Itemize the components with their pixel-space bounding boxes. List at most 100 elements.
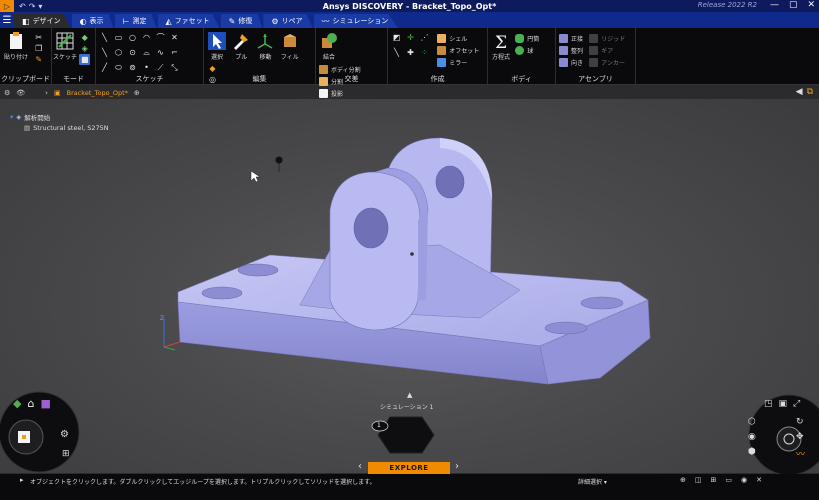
ellipse2-icon[interactable]: ⬭ (113, 62, 124, 73)
appearance-icon[interactable]: ⬢ (748, 447, 756, 457)
visibility-icon[interactable]: 👁 (16, 89, 25, 97)
tab-facet[interactable]: ◭ ファセット (157, 14, 220, 28)
cylinder-button[interactable]: 円筒 (515, 32, 539, 44)
tree-material[interactable]: ▤ Structural steel, S275N (10, 122, 109, 133)
bend-icon[interactable]: ⟋ (155, 62, 166, 73)
view-back-icon[interactable]: ◀ (796, 87, 803, 97)
arc-3pt-icon[interactable]: ⌒ (155, 32, 166, 43)
3d-mode-icon[interactable]: ◈ (79, 43, 90, 54)
explore-prev-icon[interactable]: ‹ (358, 461, 362, 472)
results-wave-icon[interactable]: 〰 (796, 447, 805, 460)
hamburger-menu-icon[interactable]: ☰ (0, 12, 14, 28)
select-button[interactable]: 選択 (207, 30, 227, 61)
axis-icon[interactable]: ╲ (391, 47, 402, 58)
cube-icon[interactable]: ■ (40, 397, 50, 410)
line-icon[interactable]: ╲ (99, 32, 110, 43)
tab-measure[interactable]: ⊢ 測定 (114, 14, 157, 28)
plane-icon[interactable]: ◩ (391, 32, 402, 43)
bookmark-icon[interactable]: ⊕ (134, 89, 140, 97)
tangent-button[interactable]: 正接 (559, 32, 583, 44)
axis2-icon[interactable]: ✚ (405, 47, 416, 58)
circle-center-icon[interactable]: ⊚ (127, 62, 138, 73)
rectangle-icon[interactable]: ▭ (113, 32, 124, 43)
combine-button[interactable]: 結合 (319, 30, 339, 61)
breadcrumb-document[interactable]: Bracket_Topo_Opt* (67, 89, 128, 97)
zoom-fit-icon[interactable]: ⤢ (793, 399, 800, 409)
selection-mode-dropdown[interactable]: 詳細選択 ▾ (578, 477, 607, 486)
arc-icon[interactable]: ◠ (141, 32, 152, 43)
status-tool-6-icon[interactable]: ✕ (756, 476, 762, 484)
camera-icon[interactable]: ◉ (748, 432, 756, 442)
gear-wheel-icon[interactable]: ⚙ (60, 429, 69, 440)
collapse-up-icon[interactable]: ▲ (407, 391, 412, 399)
view-iso-icon[interactable]: ◳ (764, 399, 773, 409)
point-create-icon[interactable]: ⋰ (419, 32, 430, 43)
mirror-button[interactable]: ミラー (437, 56, 479, 68)
tangent-arc-icon[interactable]: ⌓ (141, 47, 152, 58)
spline-icon[interactable]: ∿ (155, 47, 166, 58)
status-tool-1-icon[interactable]: ⊕ (680, 476, 686, 484)
move-button[interactable]: 移動 (255, 30, 275, 61)
equation-button[interactable]: Σ 方程式 (491, 30, 511, 61)
paste-button[interactable]: 貼り付け (3, 30, 29, 61)
minimize-icon[interactable]: — (770, 0, 779, 10)
sphere-button[interactable]: 球 (515, 44, 539, 56)
redo-icon[interactable]: ↷ (29, 2, 36, 11)
origin-icon[interactable]: ✛ (405, 32, 416, 43)
view-section-icon[interactable]: ⬡ (748, 417, 756, 427)
pan-icon[interactable]: ✥ (796, 432, 805, 442)
sketch-mode-button[interactable]: スケッチ (53, 30, 77, 61)
explore-next-icon[interactable]: › (455, 461, 459, 472)
simulation-hex-selector[interactable] (368, 411, 438, 457)
orient-button[interactable]: 向き (559, 56, 583, 68)
settings-small-icon[interactable]: ⚙ (4, 89, 10, 97)
status-tool-3-icon[interactable]: ⊞ (711, 476, 717, 484)
tab-simulation[interactable]: 〰シミュレーション (313, 14, 399, 28)
material-icon[interactable]: ◆ (13, 397, 21, 410)
circle-icon[interactable]: ○ (127, 32, 138, 43)
tab-display[interactable]: ◐ 表示 (71, 14, 114, 28)
section-mode-icon[interactable]: ◆ (79, 32, 90, 43)
pull-button[interactable]: プル (231, 30, 251, 61)
expand-icon[interactable]: ▾ (10, 113, 13, 121)
view-front-icon[interactable]: ▣ (779, 399, 788, 409)
status-tool-2-icon[interactable]: ◫ (695, 476, 702, 484)
construction-line-icon[interactable]: ╲ (99, 47, 110, 58)
gear-button[interactable]: ギア (589, 44, 625, 56)
align-button[interactable]: 整列 (559, 44, 583, 56)
quick-access-dropdown-icon[interactable]: ▾ (38, 2, 42, 11)
view-cube-icon[interactable]: ⧉ (807, 87, 813, 97)
house-icon[interactable]: ⌂ (27, 397, 34, 410)
status-tool-4-icon[interactable]: ▭ (725, 476, 732, 484)
grid-wheel-icon[interactable]: ⊞ (62, 449, 70, 459)
rotate-icon[interactable]: ↻ (796, 417, 805, 427)
discovery-logo-icon[interactable]: ▷ (0, 0, 14, 12)
tab-repair[interactable]: ✎ 修復 (220, 14, 263, 28)
simulation-badge[interactable]: 1 (377, 422, 381, 429)
anchor-button[interactable]: アンカー (589, 56, 625, 68)
undo-icon[interactable]: ↶ (19, 2, 26, 11)
maximize-icon[interactable]: ▢ (789, 0, 798, 10)
shell-button[interactable]: シェル (437, 32, 479, 44)
format-painter-icon[interactable]: ✎ (33, 54, 44, 65)
point-icon[interactable]: • (141, 62, 152, 73)
cut-icon[interactable]: ✂ (33, 32, 44, 43)
offset-curve-icon[interactable]: ⤡ (169, 62, 180, 73)
close-icon[interactable]: ✕ (807, 0, 815, 10)
fillet-icon[interactable]: ⌐ (169, 47, 180, 58)
tangent-line-icon[interactable]: ╱ (99, 62, 110, 73)
status-tool-5-icon[interactable]: ◉ (741, 476, 747, 484)
tab-library[interactable]: ⚙ リペア (263, 14, 313, 28)
fill-button[interactable]: フィル (280, 30, 300, 61)
copy-icon[interactable]: ❐ (33, 43, 44, 54)
linear-pattern-icon[interactable]: ⁘ (419, 47, 430, 58)
polygon-icon[interactable]: ⬡ (113, 47, 124, 58)
explore-button[interactable]: EXPLORE (368, 462, 450, 474)
rigid-button[interactable]: リジッド (589, 32, 625, 44)
ellipse-icon[interactable]: ⊙ (127, 47, 138, 58)
solid-mode-icon[interactable]: ■ (79, 54, 91, 65)
offset-button[interactable]: オフセット (437, 44, 479, 56)
tab-design[interactable]: ◧ デザイン (14, 14, 71, 28)
trim-icon[interactable]: ✕ (169, 32, 180, 43)
tree-root[interactable]: ▾ ◈ 解析開始 (10, 111, 109, 122)
